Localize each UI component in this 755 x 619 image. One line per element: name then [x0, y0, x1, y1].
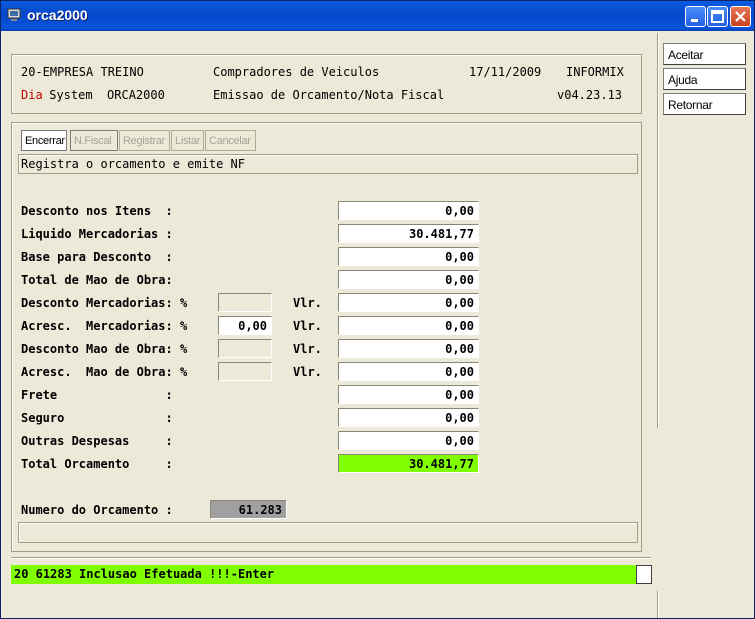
aceitar-button[interactable]: Aceitar [663, 43, 746, 65]
registrar-button[interactable]: Registrar [119, 130, 170, 151]
app-icon [7, 8, 21, 21]
screen-title: Emissao de Orcamento/Nota Fiscal [213, 88, 445, 102]
nfiscal-button[interactable]: N.Fiscal [70, 130, 118, 151]
row-label: Acresc. Mao de Obra: % [21, 365, 188, 379]
side-separator [657, 33, 658, 428]
system-prefix: Dia [21, 88, 43, 102]
date-label: 17/11/2009 [469, 65, 542, 79]
maximize-icon [711, 10, 724, 23]
vlr-label: Vlr. [293, 365, 322, 379]
ajuda-button[interactable]: Ajuda [663, 68, 746, 90]
message-bar [18, 522, 638, 543]
total-mao-obra-field[interactable]: 0,00 [338, 270, 479, 289]
desconto-mercadorias-pct-field[interactable] [218, 293, 272, 312]
row-label: Acresc. Mercadorias: % [21, 319, 188, 333]
retornar-button[interactable]: Retornar [663, 93, 746, 115]
status-bar: 20 61283 Inclusao Efetuada !!!-Enter [11, 565, 636, 584]
outras-despesas-field[interactable]: 0,00 [338, 431, 479, 450]
window-title: orca2000 [27, 7, 88, 23]
status-separator [11, 557, 651, 558]
app-window: orca2000 Aceitar Ajuda Retornar 20-EMPRE… [0, 0, 755, 619]
main-panel [11, 122, 642, 552]
hint-text: Registra o orcamento e emite NF [21, 157, 245, 171]
acresc-mao-obra-pct-field[interactable] [218, 362, 272, 381]
total-orcamento-field[interactable]: 30.481,77 [338, 454, 479, 473]
close-icon [735, 11, 746, 22]
module-label: Compradores de Veiculos [213, 65, 380, 79]
vlr-label: Vlr. [293, 319, 322, 333]
acresc-mercadorias-vlr-field[interactable]: 0,00 [338, 316, 479, 335]
acresc-mercadorias-pct-field[interactable]: 0,00 [218, 316, 272, 335]
version-label: v04.23.13 [557, 88, 623, 102]
base-desconto-field[interactable]: 0,00 [338, 247, 479, 266]
minimize-icon [691, 19, 698, 22]
vlr-label: Vlr. [293, 342, 322, 356]
desconto-mao-obra-vlr-field[interactable]: 0,00 [338, 339, 479, 358]
bottom-separator [657, 591, 658, 618]
row-label: Outras Despesas : [21, 434, 173, 448]
row-label: Frete : [21, 388, 173, 402]
row-label: Total de Mao de Obra: [21, 273, 173, 287]
close-button[interactable] [730, 6, 751, 27]
row-label: Desconto Mao de Obra: % [21, 342, 188, 356]
row-label: Total Orcamento : [21, 457, 173, 471]
company-label: 20-EMPRESA TREINO [21, 65, 144, 79]
maximize-button[interactable] [707, 6, 728, 27]
cancelar-button[interactable]: Cancelar [205, 130, 256, 151]
header-panel [11, 54, 642, 114]
desconto-mao-obra-pct-field[interactable] [218, 339, 272, 358]
row-label: Seguro : [21, 411, 173, 425]
row-label: Liquido Mercadorias : [21, 227, 173, 241]
vlr-label: Vlr. [293, 296, 322, 310]
db-label: INFORMIX [566, 65, 624, 79]
desconto-itens-field[interactable]: 0,00 [338, 201, 479, 220]
row-label: Desconto Mercadorias: % [21, 296, 188, 310]
minimize-button[interactable] [685, 6, 706, 27]
row-label: Desconto nos Itens : [21, 204, 173, 218]
acresc-mao-obra-vlr-field[interactable]: 0,00 [338, 362, 479, 381]
liquido-mercadorias-field[interactable]: 30.481,77 [338, 224, 479, 243]
title-bar[interactable]: orca2000 [1, 1, 754, 31]
numero-orcamento-label: Numero do Orcamento : [21, 503, 173, 517]
numero-orcamento-field[interactable]: 61.283 [210, 500, 287, 519]
encerrar-button[interactable]: Encerrar [21, 130, 67, 151]
cursor-box[interactable] [636, 565, 652, 584]
system-label: System ORCA2000 [42, 88, 165, 102]
seguro-field[interactable]: 0,00 [338, 408, 479, 427]
row-label: Base para Desconto : [21, 250, 173, 264]
desconto-mercadorias-vlr-field[interactable]: 0,00 [338, 293, 479, 312]
listar-button[interactable]: Listar [171, 130, 204, 151]
frete-field[interactable]: 0,00 [338, 385, 479, 404]
